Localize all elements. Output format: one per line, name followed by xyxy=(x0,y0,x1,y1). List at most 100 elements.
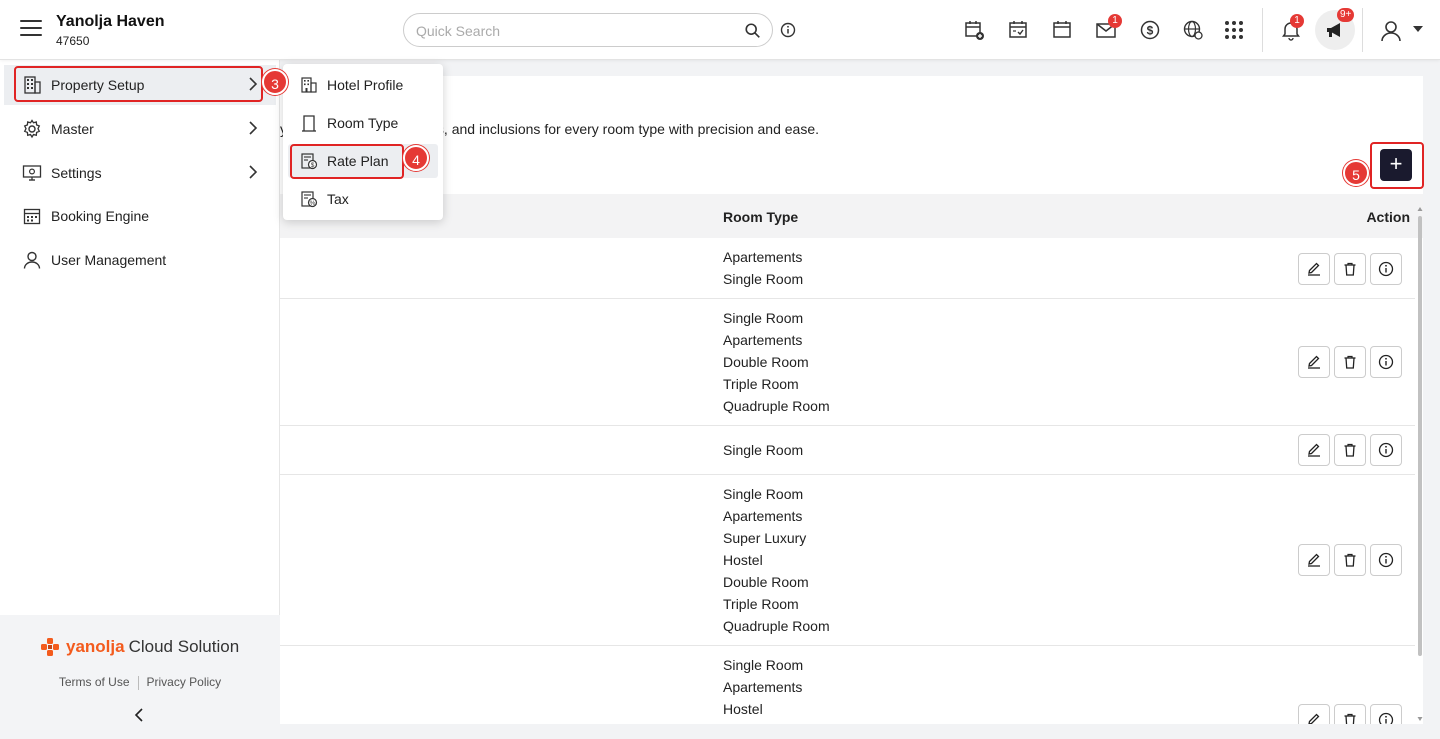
scroll-up-icon[interactable] xyxy=(1417,206,1423,212)
room-type-item: Super Luxury xyxy=(723,530,807,546)
row-actions xyxy=(1298,346,1402,378)
info-button[interactable] xyxy=(1370,346,1402,378)
table-row: Single Room Apartements Super Luxury Hos… xyxy=(280,475,1415,646)
room-type-item: Apartements xyxy=(723,679,803,695)
yanolja-logo-icon xyxy=(41,638,59,656)
info-button[interactable] xyxy=(1370,434,1402,466)
footer-links: Terms of Use Privacy Policy xyxy=(0,675,280,690)
edit-button[interactable] xyxy=(1298,544,1330,576)
room-type-list: Single Room Apartements Super Luxury Hos… xyxy=(723,483,830,637)
chevron-right-icon xyxy=(249,121,258,135)
sidebar-item-settings[interactable]: Settings xyxy=(4,153,276,193)
table-scrollbar[interactable] xyxy=(1417,206,1423,724)
brand-suffix: Cloud Solution xyxy=(128,637,240,656)
info-icon xyxy=(1378,552,1394,568)
submenu-item-tax[interactable]: % Tax xyxy=(288,182,438,216)
pencil-icon xyxy=(1308,443,1320,457)
top-header: Yanolja Haven 47650 1 $ 1 9+ xyxy=(0,0,1440,60)
room-type-list: Single Room Apartements Hostel xyxy=(723,654,803,720)
gear-icon xyxy=(23,119,41,139)
trash-icon xyxy=(1344,443,1356,457)
trash-icon xyxy=(1344,355,1356,369)
edit-button[interactable] xyxy=(1298,704,1330,724)
rate-plan-icon: $ xyxy=(301,153,318,170)
column-header-action: Action xyxy=(1366,209,1410,225)
sidebar-footer: yanolja Cloud Solution Terms of Use Priva… xyxy=(0,615,280,739)
submenu-item-label: Hotel Profile xyxy=(327,77,404,93)
calendar-icon[interactable] xyxy=(1050,18,1074,42)
submenu-item-hotel-profile[interactable]: Hotel Profile xyxy=(288,68,438,102)
table-row: Apartements Single Room xyxy=(280,238,1415,299)
add-rate-plan-button[interactable]: + xyxy=(1380,149,1412,181)
scroll-thumb[interactable] xyxy=(1418,216,1422,656)
info-button[interactable] xyxy=(1370,544,1402,576)
column-header-room-type: Room Type xyxy=(723,209,799,225)
delete-button[interactable] xyxy=(1334,346,1366,378)
header-divider-2 xyxy=(1362,8,1363,52)
calendar-grid-icon xyxy=(23,208,41,225)
megaphone-icon xyxy=(1327,23,1340,37)
sidebar-item-master[interactable]: Master xyxy=(4,109,276,149)
delete-button[interactable] xyxy=(1334,544,1366,576)
info-button[interactable] xyxy=(1370,253,1402,285)
room-type-item: Quadruple Room xyxy=(723,618,830,634)
pencil-icon xyxy=(1308,713,1320,724)
info-icon xyxy=(1378,354,1394,370)
room-type-item: Triple Room xyxy=(723,376,799,392)
row-actions xyxy=(1298,704,1402,724)
sidebar-item-booking-engine[interactable]: Booking Engine xyxy=(4,196,276,236)
hotel-name: Yanolja Haven xyxy=(56,13,165,30)
submenu-item-label: Tax xyxy=(327,191,349,207)
sidebar-item-property-setup[interactable]: Property Setup xyxy=(4,65,276,105)
room-type-item: Single Room xyxy=(723,310,804,326)
search-icon[interactable] xyxy=(744,22,762,40)
trash-icon xyxy=(1344,262,1356,276)
header-divider xyxy=(1262,8,1263,52)
chevron-right-icon xyxy=(249,165,258,179)
monitor-settings-icon xyxy=(22,165,42,181)
calendar-add-icon[interactable] xyxy=(962,18,986,42)
apps-grid-icon[interactable] xyxy=(1222,18,1246,42)
edit-button[interactable] xyxy=(1298,346,1330,378)
submenu-item-label: Room Type xyxy=(327,115,399,131)
svg-text:$: $ xyxy=(311,162,315,169)
chevron-right-icon xyxy=(249,77,258,91)
delete-button[interactable] xyxy=(1334,434,1366,466)
room-type-item: Apartements xyxy=(723,332,803,348)
sidebar-item-label: Property Setup xyxy=(51,77,145,93)
privacy-link[interactable]: Privacy Policy xyxy=(147,675,222,689)
main-panel: y. Manage pricing, policies, and inclusi… xyxy=(280,76,1423,724)
sidebar-item-label: Booking Engine xyxy=(51,208,150,224)
edit-button[interactable] xyxy=(1298,253,1330,285)
edit-button[interactable] xyxy=(1298,434,1330,466)
step-marker-3: 3 xyxy=(262,69,288,95)
room-type-list: Single Room Apartements Double Room Trip… xyxy=(723,307,830,417)
table-row: Single Room xyxy=(280,426,1415,475)
submenu-item-room-type[interactable]: Room Type xyxy=(288,106,438,140)
sidebar-item-user-management[interactable]: User Management xyxy=(4,240,276,280)
collapse-sidebar-icon[interactable] xyxy=(132,707,148,723)
sidebar: Property Setup Master Settings Booking E… xyxy=(0,60,280,739)
profile-avatar-icon[interactable] xyxy=(1378,18,1404,44)
table-row: Single Room Apartements Hostel xyxy=(280,646,1415,724)
submenu-item-label: Rate Plan xyxy=(327,153,389,169)
row-actions xyxy=(1298,253,1402,285)
dollar-icon[interactable]: $ xyxy=(1138,18,1162,42)
hotel-icon xyxy=(301,77,317,93)
delete-button[interactable] xyxy=(1334,704,1366,724)
scroll-down-icon[interactable] xyxy=(1417,716,1423,722)
terms-link[interactable]: Terms of Use xyxy=(59,675,130,689)
room-type-item: Double Room xyxy=(723,574,809,590)
globe-settings-icon[interactable] xyxy=(1181,18,1205,42)
info-button[interactable] xyxy=(1370,704,1402,724)
menu-toggle-icon[interactable] xyxy=(20,20,42,38)
info-icon[interactable] xyxy=(780,22,796,38)
search-input[interactable] xyxy=(416,21,736,41)
table-row: Single Room Apartements Double Room Trip… xyxy=(280,299,1415,426)
delete-button[interactable] xyxy=(1334,253,1366,285)
calendar-check-icon[interactable] xyxy=(1006,18,1030,42)
sidebar-item-label: Settings xyxy=(51,165,102,181)
info-icon xyxy=(1378,712,1394,724)
room-type-item: Single Room xyxy=(723,486,804,502)
profile-dropdown-icon[interactable] xyxy=(1412,25,1424,33)
